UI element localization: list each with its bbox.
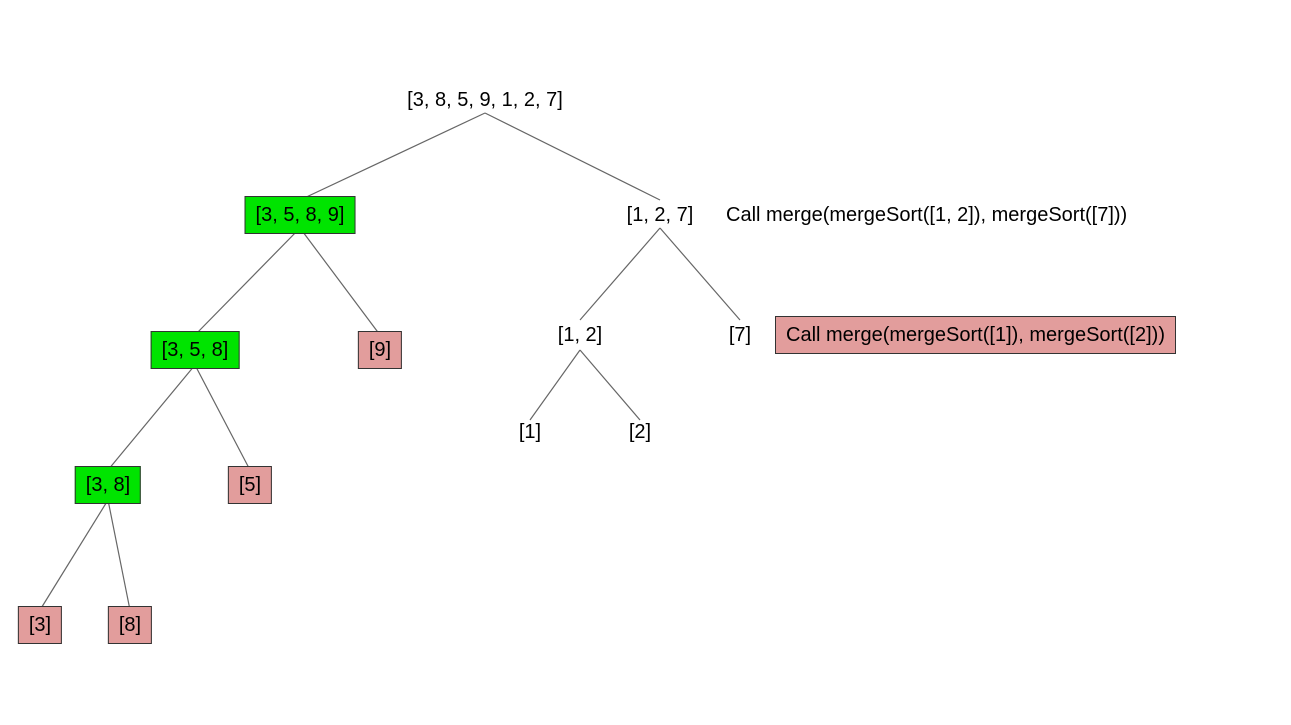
node-label: [2] <box>629 421 651 443</box>
node-label: [1] <box>519 421 541 443</box>
diagram-stage: [3, 8, 5, 9, 1, 2, 7] [3, 5, 8, 9] [1, 2… <box>0 0 1291 725</box>
node-label: [3] <box>29 614 51 636</box>
node-label: [7] <box>729 324 751 346</box>
node-left-left-right: [5] <box>228 466 272 504</box>
node-left-left-left: [3, 8] <box>75 466 141 504</box>
node-label: [3, 5, 8, 9] <box>256 204 345 226</box>
node-label: [3, 5, 8] <box>162 339 229 361</box>
node-label: [5] <box>239 474 261 496</box>
node-label: [3, 8, 5, 9, 1, 2, 7] <box>407 89 563 111</box>
annotation-right: Call merge(mergeSort([1, 2]), mergeSort(… <box>716 197 1137 233</box>
node-label: [1, 2] <box>558 324 602 346</box>
annotation-text: Call merge(mergeSort([1]), mergeSort([2]… <box>786 324 1165 346</box>
node-left: [3, 5, 8, 9] <box>245 196 356 234</box>
annotation-right-left: Call merge(mergeSort([1]), mergeSort([2]… <box>775 316 1176 354</box>
node-label: [1, 2, 7] <box>627 204 694 226</box>
node-root: [3, 8, 5, 9, 1, 2, 7] <box>397 82 573 118</box>
node-right-left-right: [2] <box>619 414 661 450</box>
node-leaf-8: [8] <box>108 606 152 644</box>
node-label: [9] <box>369 339 391 361</box>
node-right-right: [7] <box>719 317 761 353</box>
node-right: [1, 2, 7] <box>617 197 704 233</box>
node-right-left: [1, 2] <box>548 317 612 353</box>
node-right-left-left: [1] <box>509 414 551 450</box>
node-label: [8] <box>119 614 141 636</box>
node-left-right: [9] <box>358 331 402 369</box>
node-label: [3, 8] <box>86 474 130 496</box>
annotation-text: Call merge(mergeSort([1, 2]), mergeSort(… <box>726 204 1127 226</box>
node-leaf-3: [3] <box>18 606 62 644</box>
node-left-left: [3, 5, 8] <box>151 331 240 369</box>
